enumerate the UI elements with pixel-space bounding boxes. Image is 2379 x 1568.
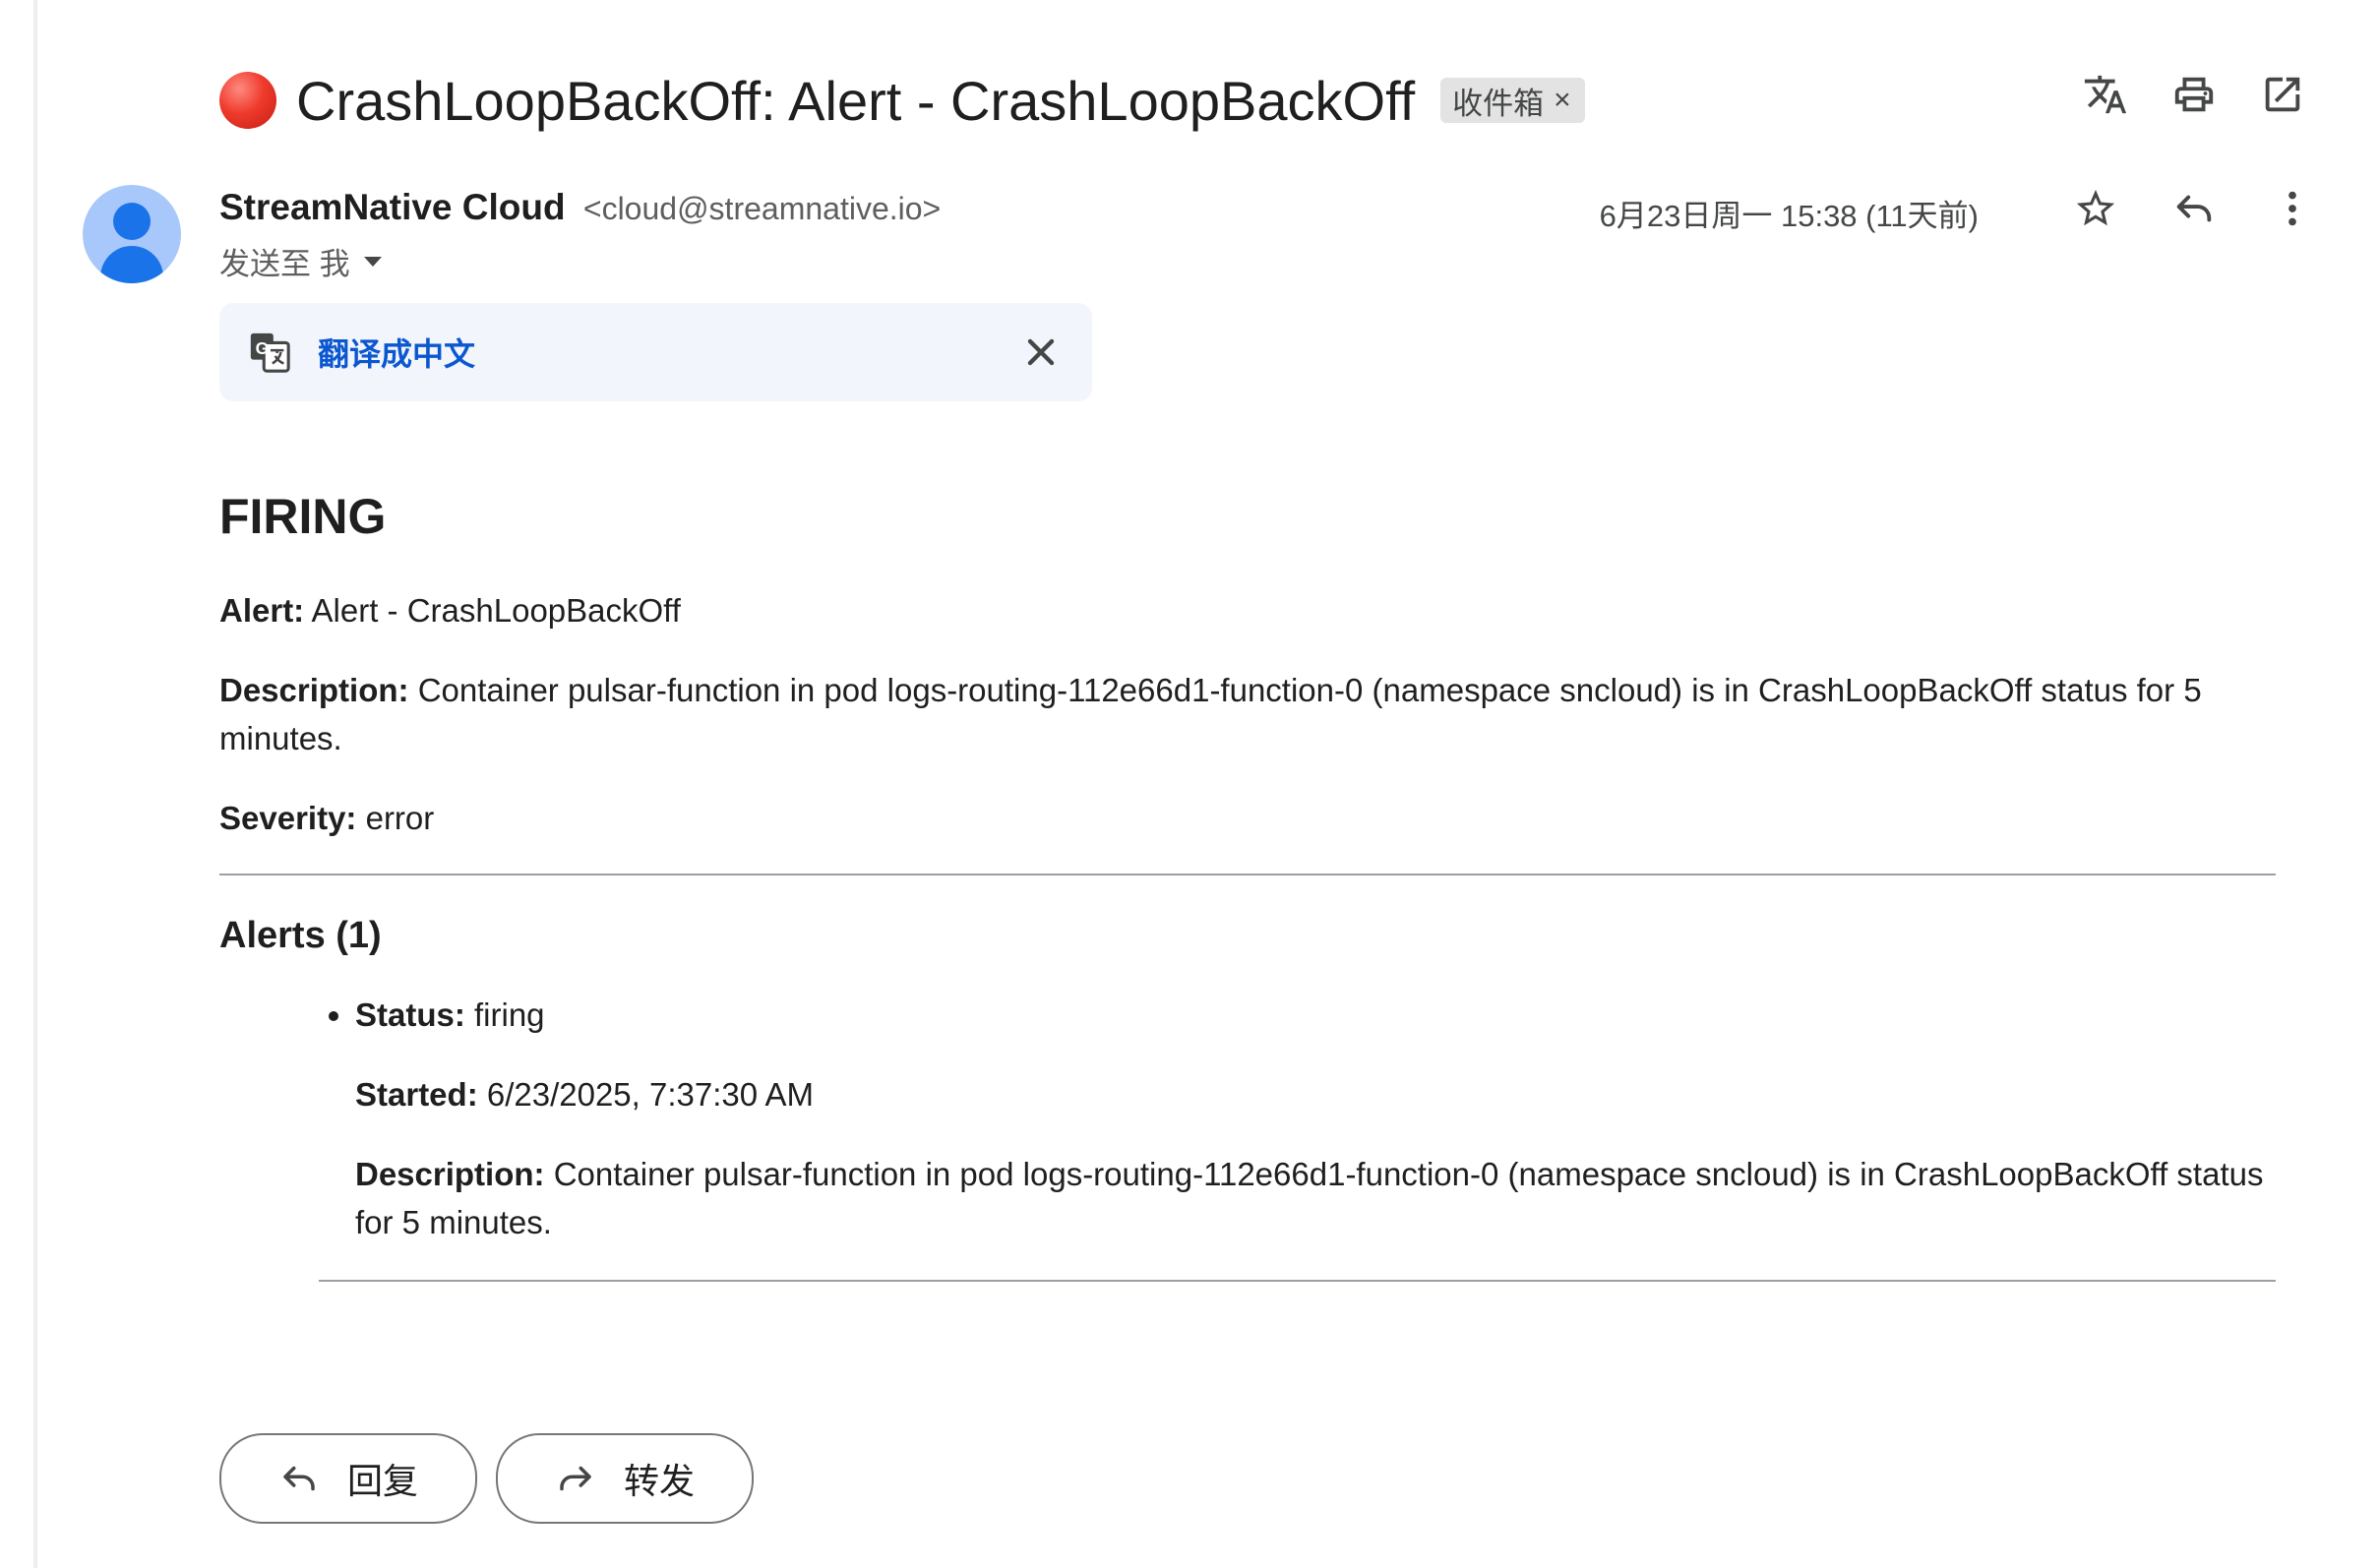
firing-heading: FIRING bbox=[219, 489, 387, 544]
svg-text:G: G bbox=[256, 338, 269, 358]
recipients-text: 发送至 我 bbox=[219, 247, 350, 281]
email-date: 6月23日周一 15:38 (11天前) bbox=[1599, 199, 1979, 233]
alerts-heading: Alerts (1) bbox=[219, 915, 382, 956]
avatar-head bbox=[113, 203, 151, 240]
sender-name[interactable]: StreamNative Cloud bbox=[219, 187, 566, 227]
message-actions bbox=[2070, 183, 2318, 234]
more-vert-icon[interactable] bbox=[2267, 183, 2318, 234]
description-line: Description: Container pulsar-function i… bbox=[219, 666, 2276, 762]
status-label: Status: bbox=[355, 996, 465, 1033]
avatar-body bbox=[100, 246, 163, 283]
status-value: firing bbox=[464, 996, 545, 1033]
print-icon[interactable] bbox=[2168, 69, 2220, 120]
sender-email: <cloud@streamnative.io> bbox=[582, 191, 942, 226]
star-icon[interactable] bbox=[2070, 183, 2121, 234]
chevron-down-icon bbox=[363, 256, 382, 267]
started-line: Started: 6/23/2025, 7:37:30 AM bbox=[355, 1070, 2276, 1118]
description-value: Container pulsar-function in pod logs-ro… bbox=[219, 672, 2202, 756]
description-label: Description: bbox=[219, 672, 409, 708]
subject-row: CrashLoopBackOff: Alert - CrashLoopBackO… bbox=[219, 61, 1585, 140]
open-in-new-window-icon[interactable] bbox=[2257, 69, 2308, 120]
forward-button[interactable]: 转发 bbox=[496, 1433, 754, 1524]
label-text: 收件箱 bbox=[1452, 86, 1545, 121]
email-subject: CrashLoopBackOff: Alert - CrashLoopBackO… bbox=[296, 69, 1416, 132]
left-rail bbox=[33, 0, 37, 1568]
translate-bar: G 翻译成中文 bbox=[219, 303, 1092, 401]
forward-label: 转发 bbox=[623, 1461, 695, 1501]
divider bbox=[319, 1280, 2276, 1282]
remove-label-icon[interactable]: × bbox=[1554, 84, 1571, 117]
close-icon[interactable] bbox=[1019, 331, 1063, 374]
reply-label: 回复 bbox=[346, 1461, 418, 1501]
alert-line: Alert: Alert - CrashLoopBackOff bbox=[219, 586, 2276, 634]
started-value: 6/23/2025, 7:37:30 AM bbox=[477, 1076, 814, 1113]
translate-icon[interactable] bbox=[2080, 69, 2131, 120]
alert-label: Alert: bbox=[219, 592, 305, 629]
alert-description-value: Container pulsar-function in pod logs-ro… bbox=[355, 1156, 2264, 1240]
email-body: FIRING Alert: Alert - CrashLoopBackOff D… bbox=[219, 472, 2276, 1282]
forward-icon bbox=[560, 1466, 591, 1491]
reply-icon bbox=[283, 1466, 315, 1491]
avatar[interactable] bbox=[83, 185, 181, 283]
red-circle-icon bbox=[219, 72, 276, 129]
list-item: Status: firing Started: 6/23/2025, 7:37:… bbox=[355, 991, 2276, 1246]
alert-description-label: Description: bbox=[355, 1156, 545, 1192]
divider bbox=[219, 874, 2276, 875]
inbox-label-chip[interactable]: 收件箱 × bbox=[1440, 78, 1585, 123]
reply-button[interactable]: 回复 bbox=[219, 1433, 477, 1524]
translate-link[interactable]: 翻译成中文 bbox=[318, 330, 475, 375]
sender-line: StreamNative Cloud <cloud@streamnative.i… bbox=[219, 187, 941, 228]
top-toolbar bbox=[2080, 69, 2308, 120]
started-label: Started: bbox=[355, 1076, 478, 1113]
alerts-list: Status: firing Started: 6/23/2025, 7:37:… bbox=[219, 991, 2276, 1246]
recipients-toggle[interactable]: 发送至 我 bbox=[219, 239, 382, 283]
google-translate-icon: G bbox=[250, 332, 290, 373]
severity-line: Severity: error bbox=[219, 794, 2276, 842]
alert-value: Alert - CrashLoopBackOff bbox=[304, 592, 681, 629]
alert-description-line: Description: Container pulsar-function i… bbox=[355, 1150, 2276, 1246]
severity-value: error bbox=[356, 800, 435, 836]
status-line: Status: firing bbox=[355, 991, 2276, 1039]
reply-icon[interactable] bbox=[2168, 183, 2220, 234]
severity-label: Severity: bbox=[219, 800, 357, 836]
